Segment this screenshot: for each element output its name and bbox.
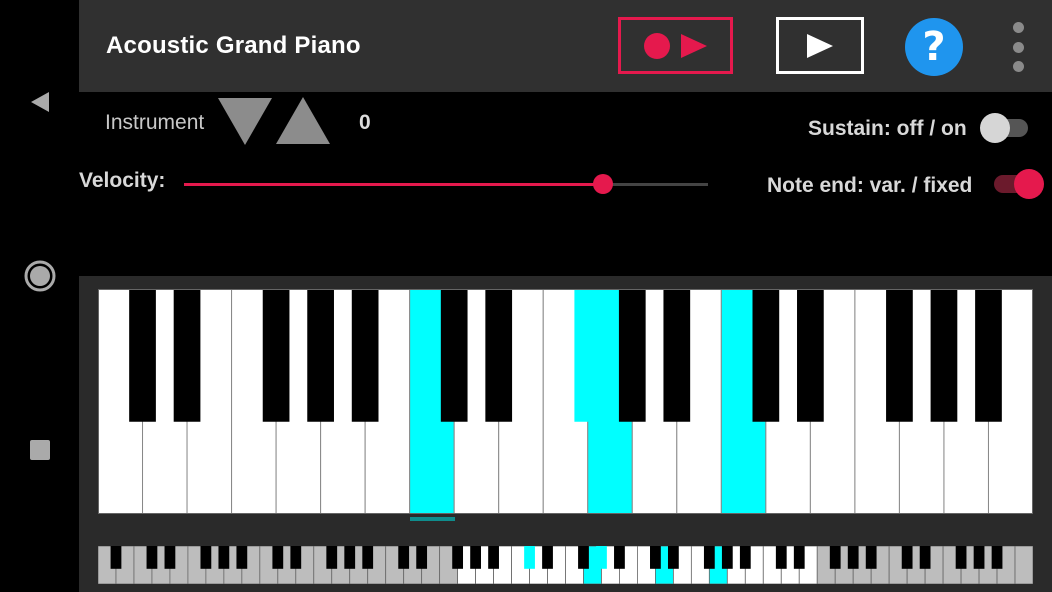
- mini-black-key: [829, 546, 841, 569]
- black-key[interactable]: [930, 289, 958, 422]
- mini-keyboard-navigator[interactable]: [98, 546, 1033, 584]
- mini-black-key: [739, 546, 751, 569]
- black-key[interactable]: [129, 289, 156, 422]
- velocity-label: Velocity:: [79, 169, 166, 192]
- note-end-label: Note end: var. / fixed: [767, 174, 973, 197]
- instrument-label: Instrument: [105, 111, 205, 134]
- black-key[interactable]: [618, 289, 646, 422]
- mini-black-key: [775, 546, 787, 569]
- mini-black-key: [452, 546, 464, 569]
- recents-icon[interactable]: [22, 432, 58, 468]
- piano-keyboard[interactable]: [98, 289, 1033, 514]
- switch-knob: [980, 113, 1010, 143]
- mini-black-key: [146, 546, 158, 569]
- mini-black-key: [362, 546, 374, 569]
- mini-black-key: [991, 546, 1003, 569]
- triangle-up-icon: [276, 97, 330, 144]
- triangle-down-icon: [218, 98, 272, 145]
- mini-black-key: [865, 546, 877, 569]
- black-key[interactable]: [975, 289, 1002, 422]
- mini-white-key: [1014, 546, 1033, 584]
- black-key[interactable]: [574, 289, 602, 422]
- sustain-switch[interactable]: [980, 113, 1036, 143]
- mini-black-key: [973, 546, 985, 569]
- app-title: Acoustic Grand Piano: [106, 32, 361, 59]
- instrument-up-button[interactable]: [276, 96, 330, 151]
- note-end-switch[interactable]: [990, 169, 1046, 199]
- mini-black-key: [955, 546, 967, 569]
- mini-black-key: [721, 546, 733, 569]
- black-key[interactable]: [440, 289, 468, 422]
- instrument-down-button[interactable]: [218, 96, 272, 151]
- mini-black-key: [542, 546, 553, 569]
- record-dot-icon: [643, 32, 670, 59]
- play-triangle-icon: [807, 33, 833, 58]
- mini-black-key: [470, 546, 481, 569]
- mini-black-key: [290, 546, 302, 569]
- mini-black-key: [524, 546, 535, 569]
- menu-dot: [1012, 22, 1024, 33]
- black-key[interactable]: [485, 289, 513, 422]
- play-button[interactable]: [776, 17, 864, 74]
- mini-black-key: [488, 546, 499, 569]
- mini-black-key: [164, 546, 176, 569]
- mini-black-key: [703, 546, 715, 569]
- black-key[interactable]: [351, 289, 379, 422]
- switch-knob: [1014, 169, 1044, 199]
- app-bar: Acoustic Grand Piano ?: [79, 0, 1052, 92]
- black-key[interactable]: [797, 289, 824, 422]
- mini-black-key: [326, 546, 338, 569]
- keyboard-range-indicator: [410, 517, 455, 521]
- instrument-value: 0: [359, 111, 371, 134]
- mini-black-key: [200, 546, 212, 569]
- black-key[interactable]: [663, 289, 691, 422]
- mini-black-key: [667, 546, 679, 569]
- mini-black-key: [344, 546, 356, 569]
- black-key[interactable]: [307, 289, 334, 422]
- overflow-menu-button[interactable]: [1009, 22, 1027, 72]
- record-play-button[interactable]: [618, 17, 733, 74]
- play-triangle-icon: [680, 33, 707, 58]
- help-button[interactable]: ?: [905, 18, 963, 76]
- mini-black-key: [847, 546, 859, 569]
- mini-black-key: [218, 546, 230, 569]
- velocity-slider[interactable]: [184, 173, 708, 195]
- mini-black-key: [110, 546, 122, 569]
- black-key[interactable]: [262, 289, 290, 422]
- mini-black-key: [398, 546, 410, 569]
- mini-black-key: [614, 546, 625, 569]
- mini-black-key: [919, 546, 931, 569]
- back-icon[interactable]: [22, 84, 58, 120]
- mini-black-key: [272, 546, 284, 569]
- system-navigation-bar: [0, 0, 79, 592]
- mini-black-key: [416, 546, 428, 569]
- menu-dot: [1012, 41, 1024, 53]
- question-mark-icon: ?: [922, 24, 946, 70]
- menu-dot: [1012, 61, 1024, 72]
- mini-black-key: [236, 546, 248, 569]
- slider-fill: [184, 183, 604, 186]
- mini-black-key: [578, 546, 589, 569]
- mini-black-key: [596, 546, 607, 569]
- black-key[interactable]: [173, 289, 201, 422]
- slider-thumb[interactable]: [593, 174, 614, 194]
- mini-black-key: [650, 546, 661, 569]
- mini-black-key: [793, 546, 805, 569]
- home-icon[interactable]: [22, 258, 58, 294]
- mini-black-key: [901, 546, 913, 569]
- black-key[interactable]: [886, 289, 913, 422]
- sustain-label: Sustain: off / on: [808, 117, 967, 140]
- black-key[interactable]: [752, 289, 780, 422]
